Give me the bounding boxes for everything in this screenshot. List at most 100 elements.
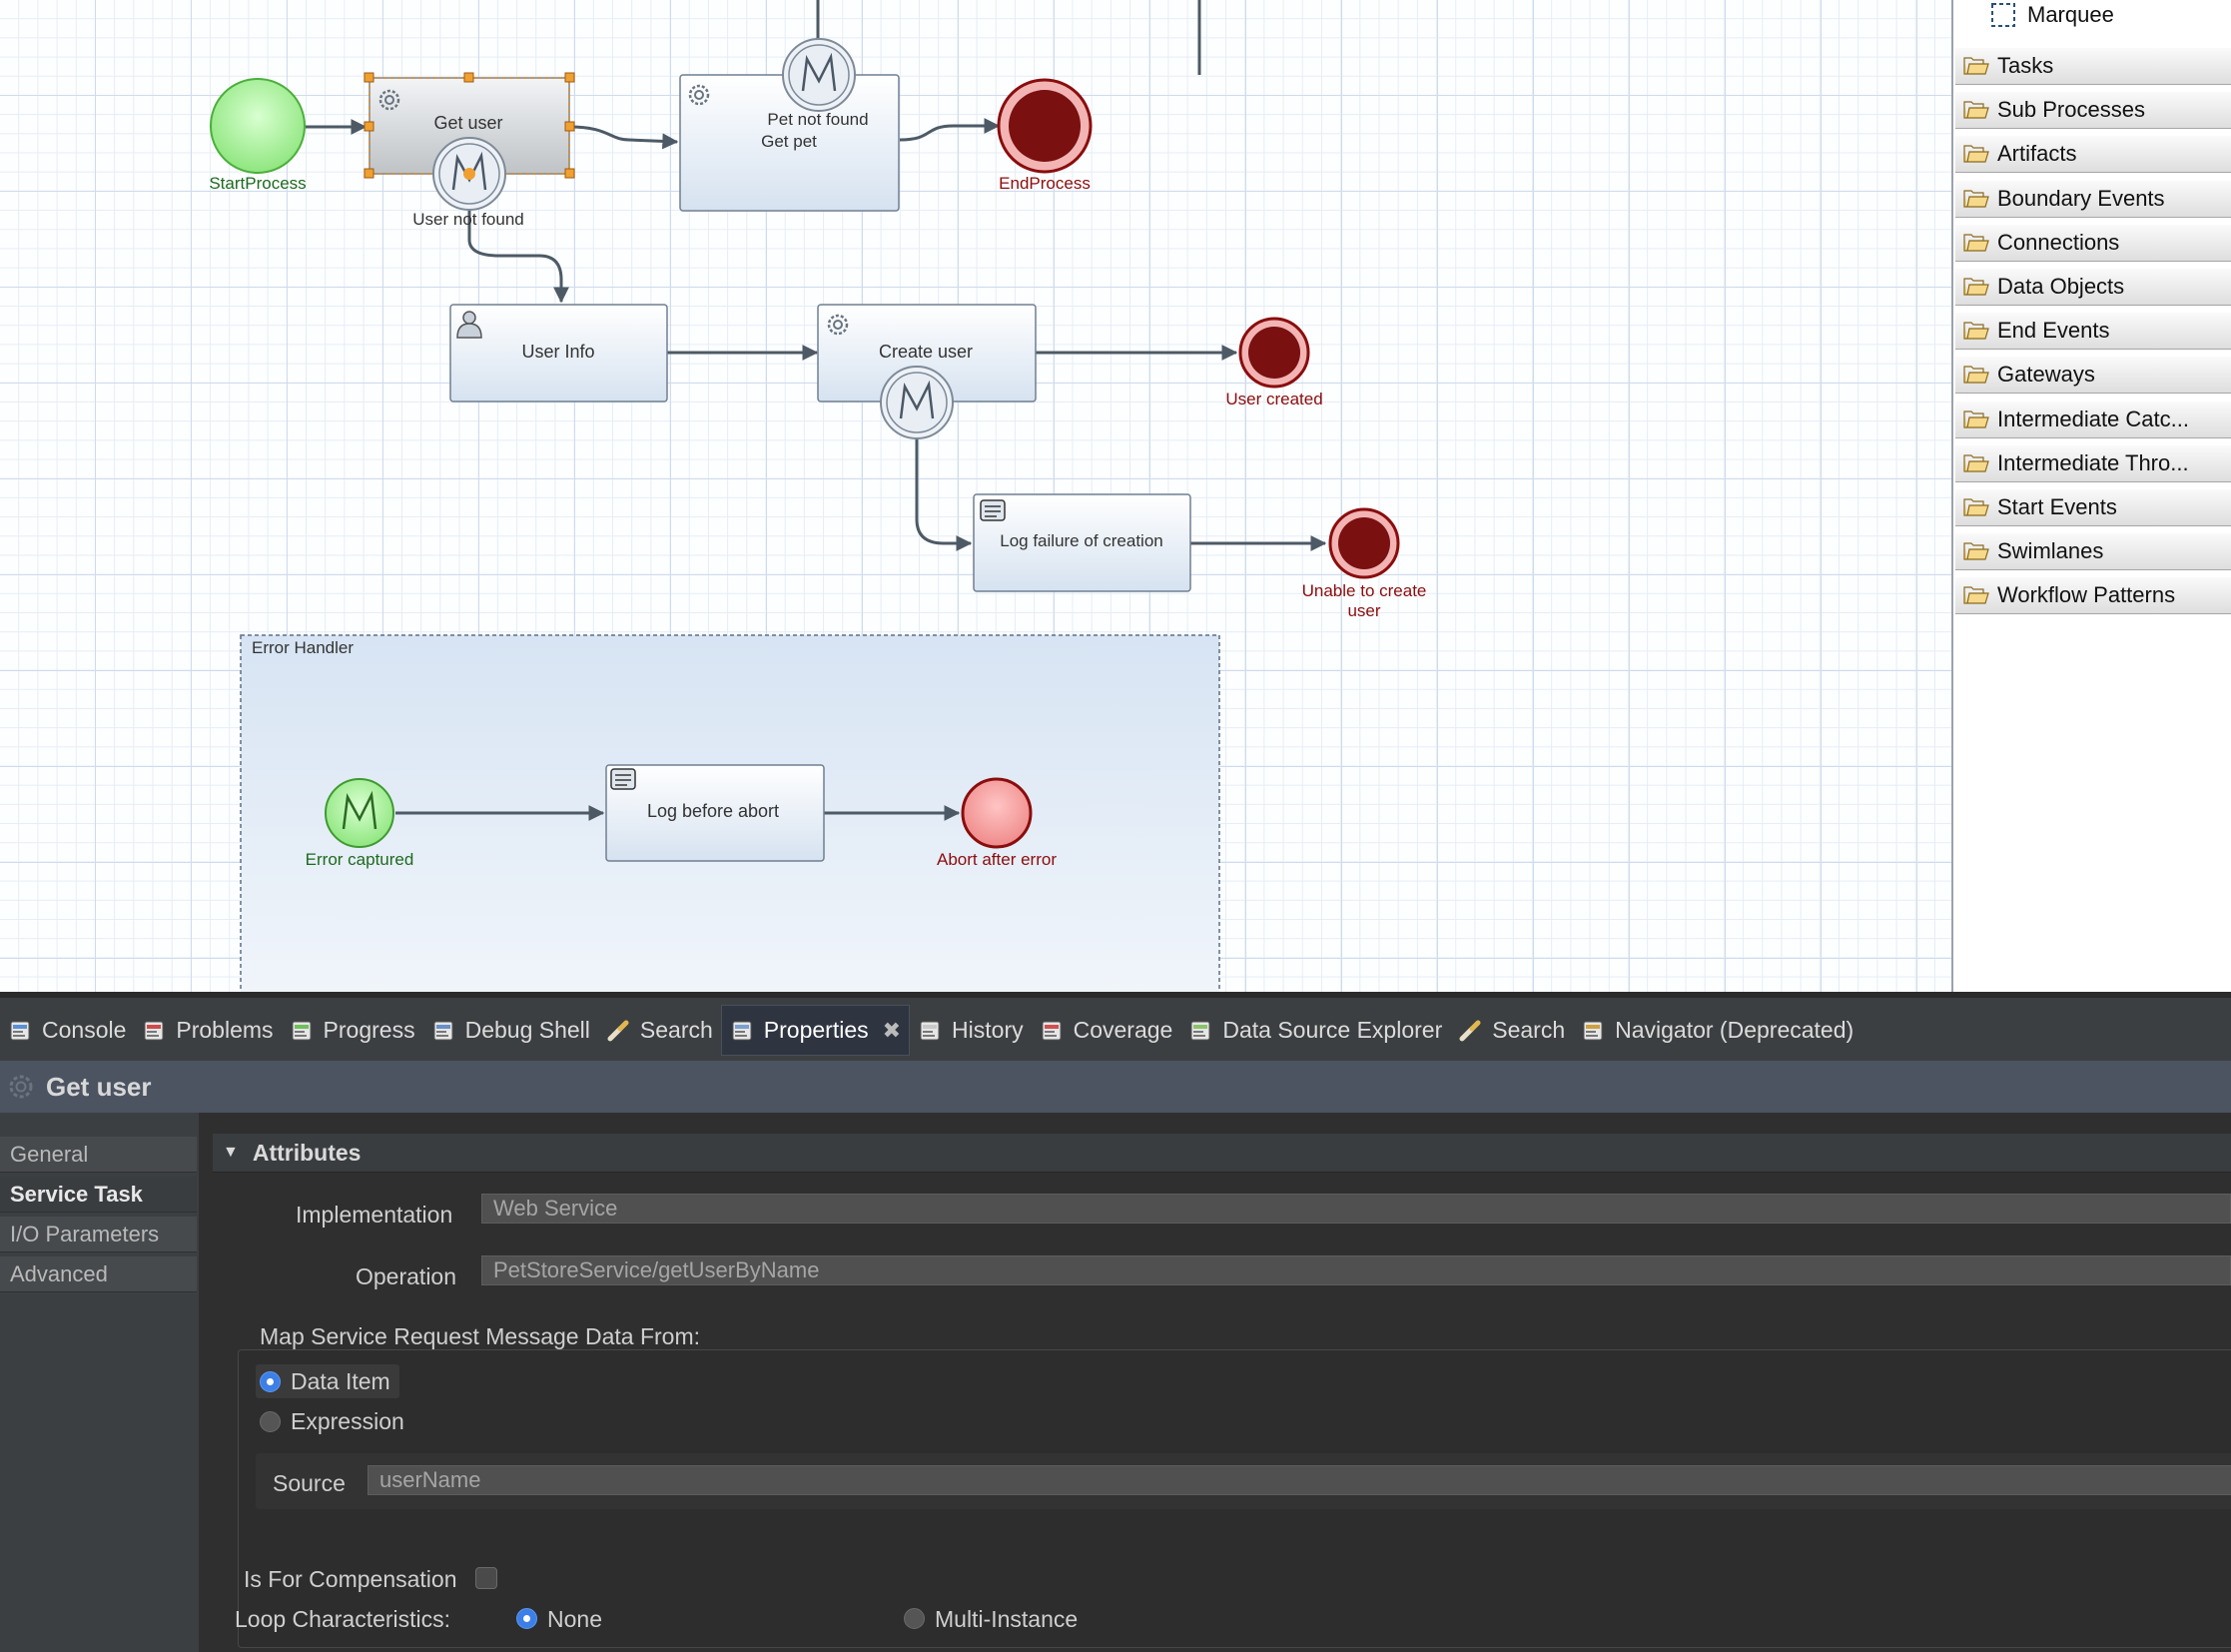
console-icon	[10, 1021, 30, 1040]
user-created-label: User created	[1225, 390, 1323, 409]
palette-drawer-label: Start Events	[1997, 494, 2117, 519]
debug-shell-icon	[433, 1021, 453, 1040]
folder-icon	[1963, 322, 1989, 340]
collapse-triangle-icon: ▼	[223, 1144, 239, 1161]
properties-title-bar: Get user	[0, 1061, 2231, 1113]
implementation-label: Implementation	[296, 1202, 453, 1228]
tab-properties[interactable]: Properties ✖	[720, 1005, 911, 1056]
tab-label: Debug Shell	[464, 1017, 590, 1043]
create-user-label: Create user	[878, 342, 974, 362]
tab-problems[interactable]: Problems	[134, 1006, 281, 1055]
source-label: Source	[273, 1470, 346, 1496]
marquee-tool[interactable]: Marquee	[1989, 0, 2114, 30]
palette-drawer-end-events[interactable]: End Events	[1955, 312, 2231, 351]
loop-none-radio[interactable]	[516, 1608, 537, 1629]
palette-drawer-label: End Events	[1997, 318, 2110, 344]
tab-search[interactable]: Search	[598, 1006, 721, 1055]
navigator-icon	[1583, 1021, 1603, 1040]
data-source-icon	[1190, 1021, 1210, 1040]
palette-drawer-sub-processes[interactable]: Sub Processes	[1955, 91, 2231, 130]
tab-label: History	[952, 1017, 1024, 1043]
tab-label: Progress	[323, 1017, 415, 1043]
boundary-error-event-pet	[782, 38, 856, 112]
loop-none-label: None	[547, 1606, 602, 1632]
palette-drawer-swimlanes[interactable]: Swimlanes	[1955, 532, 2231, 571]
properties-content: ▼ Attributes Implementation Web Service …	[199, 1113, 2231, 1652]
palette-drawer-boundary-events[interactable]: Boundary Events	[1955, 179, 2231, 218]
tab-history[interactable]: History	[910, 1006, 1032, 1055]
script-task-icon	[980, 499, 1006, 521]
properties-nav: General Service Task I/O Parameters Adva…	[0, 1113, 199, 1652]
compensation-checkbox[interactable]	[475, 1567, 497, 1589]
loop-multi-radio[interactable]	[904, 1608, 925, 1629]
tab-label: Console	[42, 1017, 127, 1043]
tab-debug-shell[interactable]: Debug Shell	[423, 1006, 598, 1055]
nav-advanced[interactable]: Advanced	[0, 1256, 197, 1292]
attributes-section-header[interactable]: ▼ Attributes	[213, 1134, 2231, 1173]
folder-icon	[1963, 101, 1989, 119]
get-pet-label: Get pet	[761, 132, 817, 151]
palette-drawer-intermediate-catc[interactable]: Intermediate Catc...	[1955, 400, 2231, 438]
tab-console[interactable]: Console	[0, 1006, 134, 1055]
palette-drawer-label: Artifacts	[1997, 141, 2077, 167]
map-data-label: Map Service Request Message Data From:	[260, 1323, 701, 1349]
folder-icon	[1963, 454, 1989, 472]
tab-label: Search	[1492, 1017, 1566, 1043]
diagram-canvas[interactable]: StartProcess Get user User not found Pet…	[0, 0, 1953, 992]
palette-drawer-label: Connections	[1997, 229, 2120, 255]
palette-drawer-tasks[interactable]: Tasks	[1955, 47, 2231, 85]
palette-drawer-start-events[interactable]: Start Events	[1955, 488, 2231, 526]
folder-icon	[1963, 410, 1989, 428]
loop-multi-label: Multi-Instance	[935, 1606, 1079, 1632]
end-event-process	[997, 78, 1093, 174]
palette-drawer-label: Data Objects	[1997, 274, 2125, 299]
user-info-label: User Info	[521, 342, 595, 362]
palette-drawer-gateways[interactable]: Gateways	[1955, 356, 2231, 395]
problems-icon	[144, 1021, 164, 1040]
start-event-label: StartProcess	[209, 174, 307, 193]
data-item-radio[interactable]	[260, 1371, 281, 1392]
palette-drawer-label: Workflow Patterns	[1997, 582, 2176, 608]
expression-label: Expression	[291, 1408, 404, 1434]
get-user-label: Get user	[433, 113, 503, 133]
nav-io-parameters[interactable]: I/O Parameters	[0, 1217, 197, 1252]
folder-icon	[1963, 57, 1989, 75]
tab-navigator-deprecated[interactable]: Navigator (Deprecated)	[1573, 1006, 1861, 1055]
expression-radio[interactable]	[260, 1411, 281, 1432]
folder-icon	[1963, 366, 1989, 384]
folder-icon	[1963, 498, 1989, 516]
implementation-field[interactable]: Web Service	[481, 1194, 2231, 1224]
folder-icon	[1963, 145, 1989, 163]
source-field[interactable]: userName	[368, 1465, 2231, 1495]
palette-drawer-artifacts[interactable]: Artifacts	[1955, 135, 2231, 174]
palette-drawer-connections[interactable]: Connections	[1955, 223, 2231, 262]
folder-icon	[1963, 586, 1989, 604]
tab-coverage[interactable]: Coverage	[1032, 1006, 1181, 1055]
unable-to-create-label: Unable to create user	[1301, 581, 1427, 620]
palette-drawer-intermediate-thro[interactable]: Intermediate Thro...	[1955, 443, 2231, 482]
abort-after-error-label: Abort after error	[937, 850, 1057, 869]
compensation-label: Is For Compensation	[244, 1566, 457, 1592]
coverage-icon	[1042, 1021, 1062, 1040]
boundary-error-event-create	[880, 366, 954, 439]
close-icon[interactable]: ✖	[883, 1018, 901, 1044]
abort-end-event	[961, 777, 1033, 849]
error-start-event	[325, 778, 394, 848]
nav-service-task[interactable]: Service Task	[0, 1177, 197, 1213]
user-not-found-label: User not found	[412, 210, 524, 229]
tab-progress[interactable]: Progress	[282, 1006, 423, 1055]
palette-drawer-label: Tasks	[1997, 53, 2054, 78]
palette-drawer-workflow-patterns[interactable]: Workflow Patterns	[1955, 576, 2231, 615]
nav-general[interactable]: General	[0, 1137, 197, 1173]
gear-icon	[9, 1075, 33, 1099]
folder-icon	[1963, 234, 1989, 252]
operation-field[interactable]: PetStoreService/getUserByName	[481, 1255, 2231, 1285]
palette-drawer-label: Swimlanes	[1997, 538, 2104, 564]
tab-search[interactable]: Search	[1450, 1006, 1573, 1055]
tab-label: Coverage	[1073, 1017, 1173, 1043]
tab-data-source-explorer[interactable]: Data Source Explorer	[1180, 1006, 1450, 1055]
palette-drawer-data-objects[interactable]: Data Objects	[1955, 268, 2231, 306]
palette-drawer-label: Gateways	[1997, 362, 2095, 388]
search-icon	[1459, 1020, 1481, 1041]
marquee-icon	[1991, 3, 2015, 27]
